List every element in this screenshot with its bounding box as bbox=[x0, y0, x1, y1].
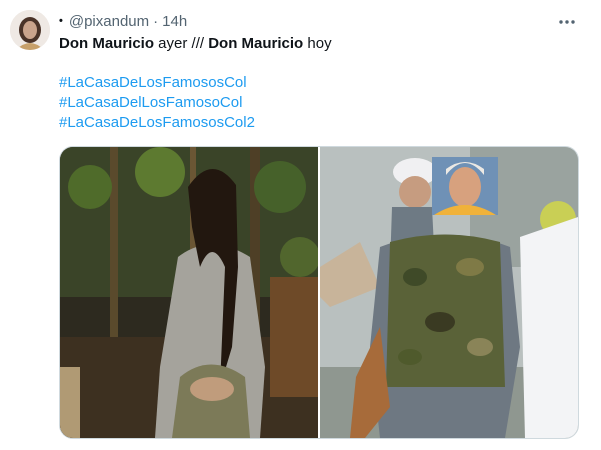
hashtag-link[interactable]: #LaCasaDelLosFamosoCol bbox=[59, 93, 579, 113]
text-bold-1: Don Mauricio bbox=[59, 35, 155, 52]
separator: · bbox=[153, 12, 159, 30]
hashtag-link[interactable]: #LaCasaDeLosFamososCol bbox=[59, 73, 579, 93]
media-image-right[interactable] bbox=[320, 147, 578, 438]
text-normal-2: hoy bbox=[303, 35, 332, 52]
more-horizontal-icon bbox=[559, 20, 575, 24]
tweet-header: • @pixandum · 14h bbox=[59, 11, 187, 31]
tweet-text: Don Mauricio ayer /// Don Mauricio hoy #… bbox=[59, 34, 579, 133]
media-image-left[interactable] bbox=[60, 147, 318, 438]
display-name[interactable]: • bbox=[59, 16, 63, 27]
tweet-media[interactable] bbox=[59, 146, 579, 439]
tweet[interactable]: • @pixandum · 14h Don Mauricio ayer /// … bbox=[0, 0, 601, 450]
text-bold-2: Don Mauricio bbox=[208, 35, 304, 52]
handle[interactable]: @pixandum bbox=[69, 13, 149, 30]
text-line: Don Mauricio ayer /// Don Mauricio hoy bbox=[59, 34, 579, 54]
hashtag-link[interactable]: #LaCasaDeLosFamososCol2 bbox=[59, 113, 579, 133]
text-normal-1: ayer /// bbox=[154, 35, 209, 52]
timestamp[interactable]: 14h bbox=[162, 13, 187, 30]
more-options-button[interactable] bbox=[557, 12, 577, 32]
avatar[interactable] bbox=[10, 10, 50, 50]
